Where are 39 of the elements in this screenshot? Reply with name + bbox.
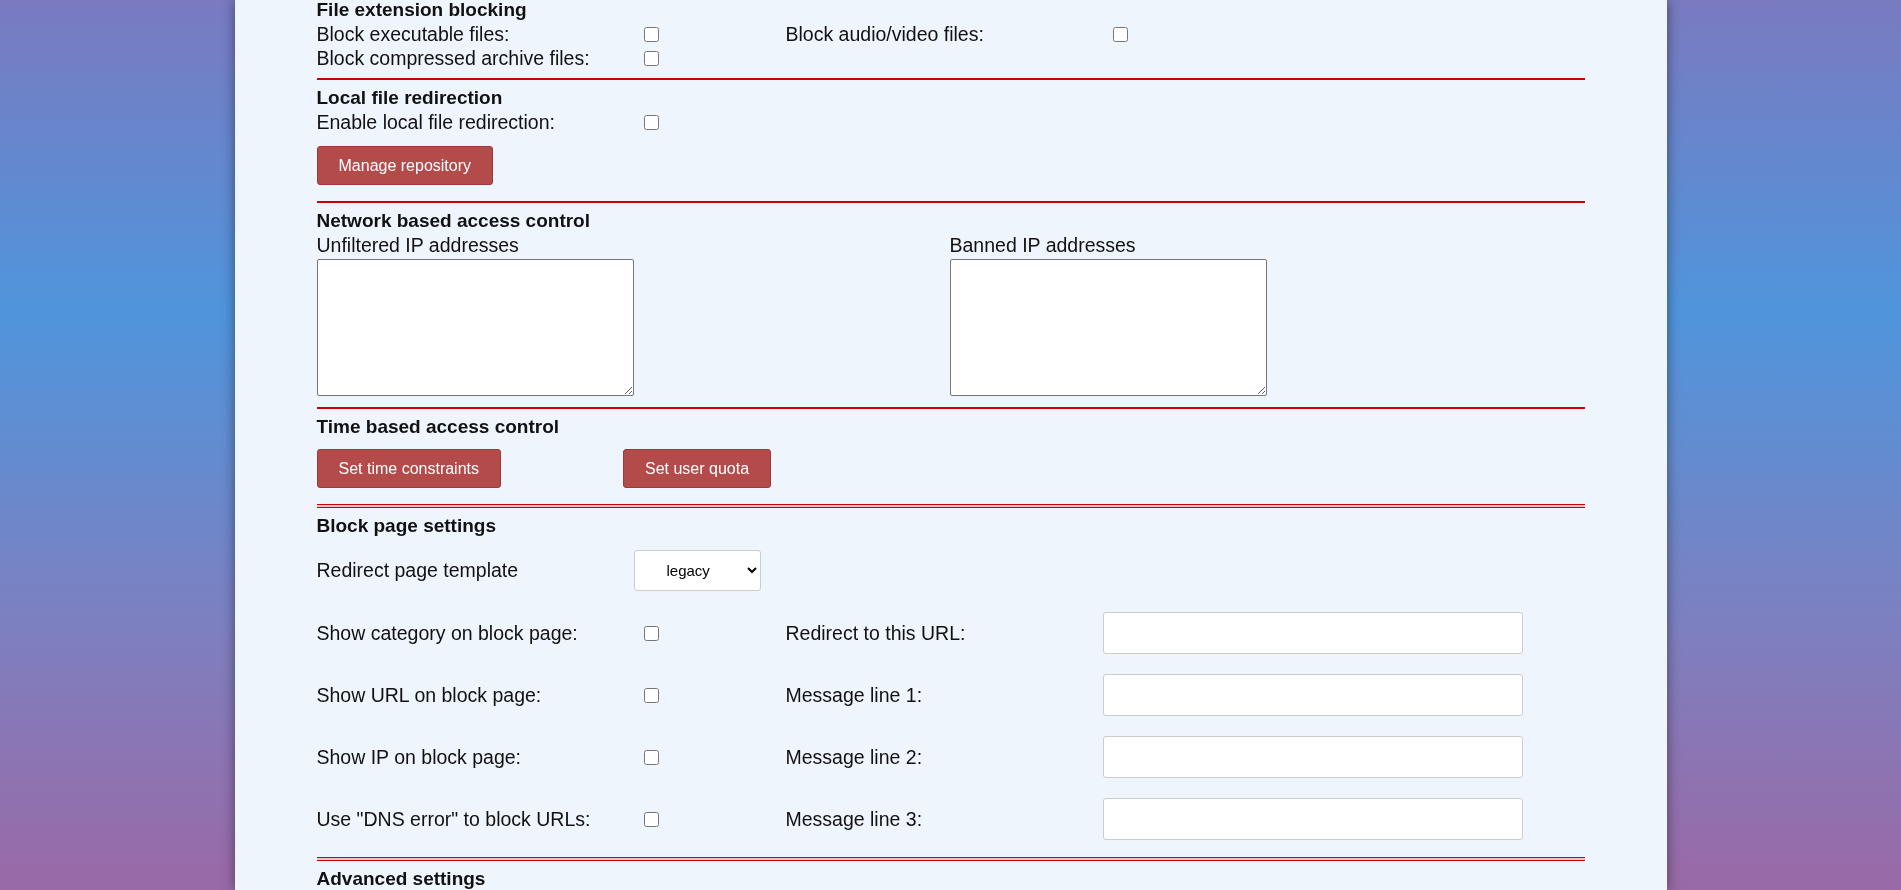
checkbox[interactable] — [1112, 26, 1128, 42]
section-heading: Network based access control — [316, 211, 591, 231]
text-input[interactable] — [1102, 798, 1523, 840]
checkbox[interactable] — [643, 811, 659, 827]
checkbox[interactable] — [643, 26, 659, 42]
text-input[interactable] — [1102, 736, 1523, 778]
option-label: Message line 1: — [785, 683, 924, 707]
option-label: Block audio/video files: — [785, 22, 985, 46]
option-label: Show IP on block page: — [316, 745, 523, 769]
option-label: Banned IP addresses — [949, 233, 1137, 257]
section-heading: File extension blocking — [316, 0, 528, 20]
option-label: Unfiltered IP addresses — [316, 233, 520, 257]
action-button[interactable]: Set user quota — [623, 449, 772, 488]
option-label: Block executable files: — [316, 22, 511, 46]
option-label: Block compressed archive files: — [316, 46, 591, 70]
option-label: Enable local file redirection: — [316, 110, 556, 134]
option-label: Show URL on block page: — [316, 683, 543, 707]
checkbox[interactable] — [643, 625, 659, 641]
section-heading: Block page settings — [316, 516, 497, 536]
option-label: Redirect to this URL: — [785, 621, 967, 645]
section-heading: Local file redirection — [316, 88, 504, 108]
action-button[interactable]: Set time constraints — [316, 449, 501, 488]
section-heading: Advanced settings — [316, 869, 487, 889]
option-label: Show category on block page: — [316, 621, 579, 645]
checkbox[interactable] — [643, 114, 659, 130]
text-input[interactable] — [1102, 612, 1523, 654]
ip-list-field[interactable] — [316, 259, 634, 396]
ip-list-field[interactable] — [949, 259, 1267, 396]
checkbox[interactable] — [643, 687, 659, 703]
section-heading: Time based access control — [316, 417, 561, 437]
option-label: Redirect page template — [316, 558, 519, 581]
checkbox[interactable] — [643, 50, 659, 66]
text-input[interactable] — [1102, 674, 1523, 716]
action-button[interactable]: Manage repository — [316, 146, 493, 185]
template-select[interactable]: legacy — [633, 550, 761, 591]
option-label: Use "DNS error" to block URLs: — [316, 807, 592, 831]
checkbox[interactable] — [643, 749, 659, 765]
option-label: Message line 3: — [785, 807, 924, 831]
option-label: Message line 2: — [785, 745, 924, 769]
